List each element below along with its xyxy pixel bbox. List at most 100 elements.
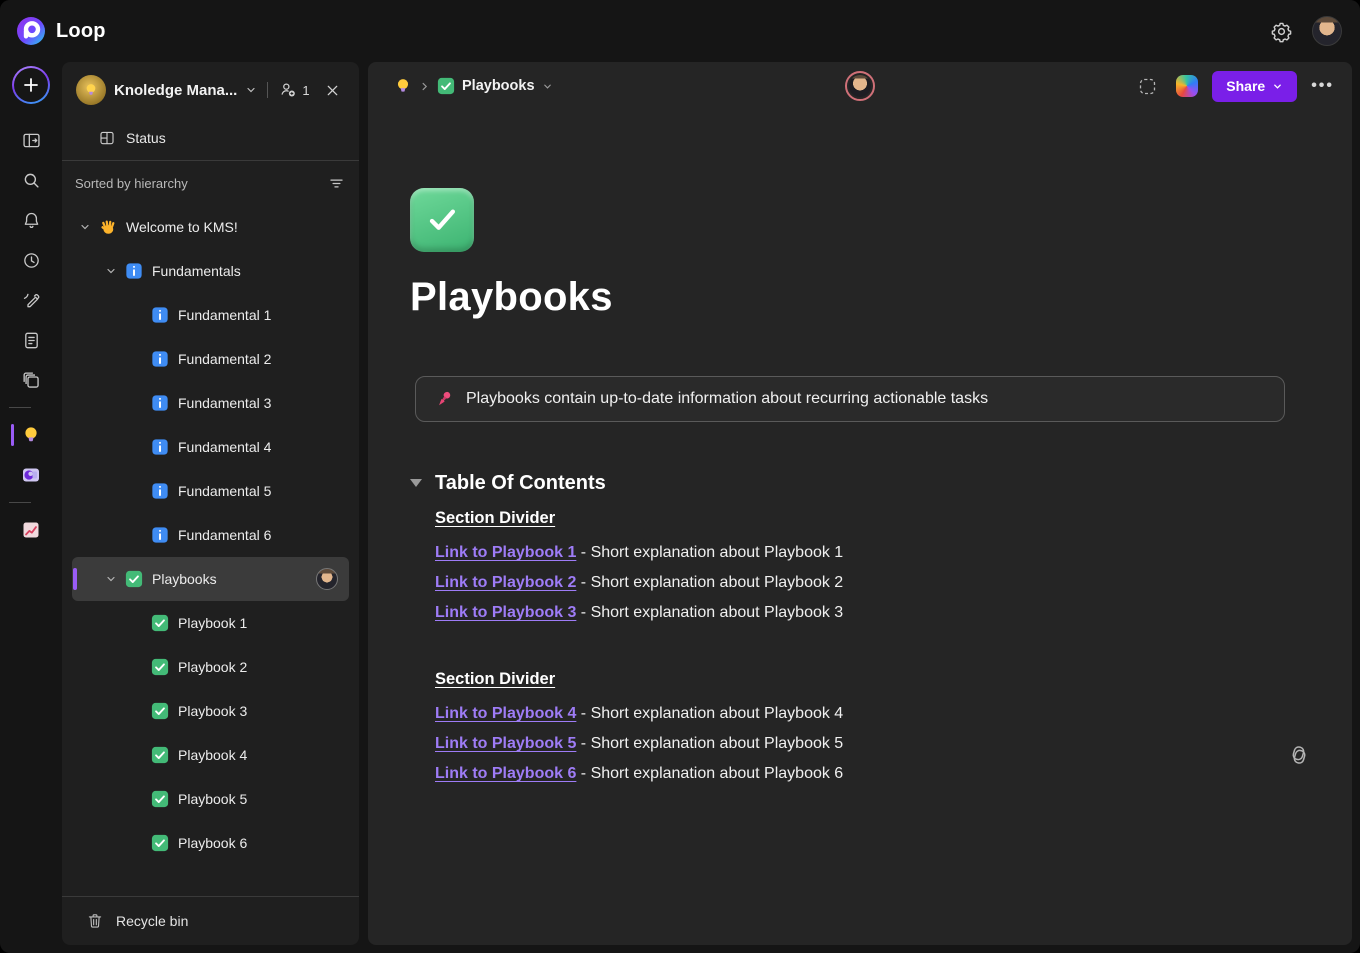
pen-icon: [21, 290, 42, 311]
tree-item-fundamental-2[interactable]: Fundamental 2: [72, 337, 349, 381]
breadcrumb-page-label: Playbooks: [462, 78, 535, 94]
board-icon: [98, 129, 116, 147]
capture-button[interactable]: [1132, 71, 1162, 101]
filter-icon[interactable]: [328, 175, 345, 192]
pushpin-icon: [434, 389, 454, 409]
chevron-down-icon[interactable]: [102, 262, 120, 280]
page-canvas: Playbooks Share ••• Playbooks Playbooks …: [368, 62, 1352, 945]
close-sidebar-button[interactable]: [318, 75, 347, 105]
rail-item-workspace-loop[interactable]: [9, 455, 53, 495]
tree-item-fundamental-4[interactable]: Fundamental 4: [72, 425, 349, 469]
rail-item-components[interactable]: [9, 360, 53, 400]
chevron-placeholder: [128, 350, 146, 368]
lightbulb-icon: [21, 425, 41, 445]
toc-entry-description: - Short explanation about Playbook 4: [576, 705, 844, 722]
workspace-sidebar: Knoledge Mana... 1 Status Sorted by hier…: [62, 62, 359, 945]
tree-item-fundamental-6[interactable]: Fundamental 6: [72, 513, 349, 557]
collapse-caret-icon[interactable]: [410, 479, 422, 487]
tree-item-playbook-2[interactable]: Playbook 2: [72, 645, 349, 689]
presence-avatar[interactable]: [845, 71, 875, 101]
bell-icon: [21, 210, 42, 231]
loop-logo: Loop: [16, 16, 106, 46]
toc-link-link-to-playbook-1[interactable]: Link to Playbook 1: [435, 544, 576, 561]
chevron-placeholder: [128, 834, 146, 852]
presence-avatar[interactable]: [316, 568, 338, 590]
pinned-callout[interactable]: Playbooks contain up-to-date information…: [415, 376, 1285, 422]
tree-item-playbook-4[interactable]: Playbook 4: [72, 733, 349, 777]
rail-item-search[interactable]: [9, 160, 53, 200]
rail-item-recent[interactable]: [9, 240, 53, 280]
lightbulb-icon[interactable]: [394, 77, 412, 95]
members-button[interactable]: 1: [278, 80, 310, 100]
sidebar-footer: Recycle bin: [62, 894, 359, 945]
chevron-down-icon[interactable]: [245, 84, 257, 96]
panel-toggle-icon: [21, 130, 42, 151]
tree-item-label: Playbook 6: [178, 835, 248, 851]
toc-link-link-to-playbook-4[interactable]: Link to Playbook 4: [435, 705, 576, 722]
settings-button[interactable]: [1266, 16, 1296, 46]
tree-item-label: Fundamental 5: [178, 483, 272, 499]
chart-icon: [21, 520, 41, 540]
tree-item-playbook-5[interactable]: Playbook 5: [72, 777, 349, 821]
check-icon: [151, 834, 169, 852]
breadcrumb-current-page[interactable]: Playbooks: [437, 77, 553, 95]
tree-item-label: Fundamental 4: [178, 439, 272, 455]
tree-item-playbook-3[interactable]: Playbook 3: [72, 689, 349, 733]
gear-icon: [1270, 20, 1293, 43]
toc-link-link-to-playbook-6[interactable]: Link to Playbook 6: [435, 765, 576, 782]
tree-item-fundamentals[interactable]: Fundamentals: [72, 249, 349, 293]
rail-item-compose[interactable]: [9, 280, 53, 320]
tree-item-playbooks[interactable]: Playbooks: [72, 557, 349, 601]
rail-item-panel-toggle[interactable]: [9, 120, 53, 160]
left-rail: [0, 62, 62, 953]
tree-item-fundamental-5[interactable]: Fundamental 5: [72, 469, 349, 513]
chevron-placeholder: [128, 746, 146, 764]
trash-icon: [86, 912, 104, 930]
toc-entry-description: - Short explanation about Playbook 2: [576, 574, 844, 591]
tree-item-label: Fundamental 2: [178, 351, 272, 367]
chevron-down-icon[interactable]: [102, 570, 120, 588]
check-icon: [151, 746, 169, 764]
workspace-avatar[interactable]: [76, 75, 106, 105]
page-tree: Welcome to KMS! Fundamentals Fundamental 1…: [62, 205, 359, 894]
tree-item-label: Fundamental 3: [178, 395, 272, 411]
tree-item-label: Playbook 5: [178, 791, 248, 807]
check-icon: [125, 570, 143, 588]
chevron-placeholder: [128, 790, 146, 808]
account-avatar[interactable]: [1312, 16, 1342, 46]
chevron-down-icon: [543, 84, 551, 89]
more-options-button[interactable]: •••: [1311, 77, 1334, 95]
rail-item-pages[interactable]: [9, 320, 53, 360]
tree-item-playbook-1[interactable]: Playbook 1: [72, 601, 349, 645]
workspace-name[interactable]: Knoledge Mana...: [114, 82, 237, 99]
page-emoji-check-icon[interactable]: [410, 188, 474, 252]
share-button[interactable]: Share: [1212, 70, 1298, 102]
tree-item-label: Fundamentals: [152, 263, 241, 279]
copilot-outline-icon[interactable]: [1286, 742, 1312, 768]
sidebar-item-recycle-bin[interactable]: Recycle bin: [62, 897, 359, 945]
toc-link-link-to-playbook-3[interactable]: Link to Playbook 3: [435, 604, 576, 621]
tree-item-label: Fundamental 6: [178, 527, 272, 543]
copilot-icon[interactable]: [1176, 75, 1199, 97]
content-header: Playbooks Share •••: [368, 62, 1352, 110]
chevron-down-icon[interactable]: [76, 218, 94, 236]
rail-item-workspace-kms[interactable]: [9, 415, 53, 455]
tree-item-playbook-6[interactable]: Playbook 6: [72, 821, 349, 865]
sidebar-item-status[interactable]: Status: [62, 118, 359, 158]
rail-item-workspace-chart[interactable]: [9, 510, 53, 550]
toc-entry: Link to Playbook 6 - Short explanation a…: [435, 759, 1352, 789]
tree-item-fundamental-3[interactable]: Fundamental 3: [72, 381, 349, 425]
check-icon: [151, 614, 169, 632]
toc-link-link-to-playbook-5[interactable]: Link to Playbook 5: [435, 735, 576, 752]
tree-item-fundamental-1[interactable]: Fundamental 1: [72, 293, 349, 337]
rail-item-notifications[interactable]: [9, 200, 53, 240]
toc-link-link-to-playbook-2[interactable]: Link to Playbook 2: [435, 574, 576, 591]
wave-icon: [99, 218, 117, 236]
new-workspace-button[interactable]: [12, 66, 50, 104]
tree-item-label: Fundamental 1: [178, 307, 272, 323]
check-icon: [437, 77, 455, 95]
chevron-placeholder: [128, 394, 146, 412]
toc-entry-description: - Short explanation about Playbook 5: [576, 735, 844, 752]
tree-item-welcome-to-kms[interactable]: Welcome to KMS!: [72, 205, 349, 249]
callout-text: Playbooks contain up-to-date information…: [466, 390, 989, 407]
